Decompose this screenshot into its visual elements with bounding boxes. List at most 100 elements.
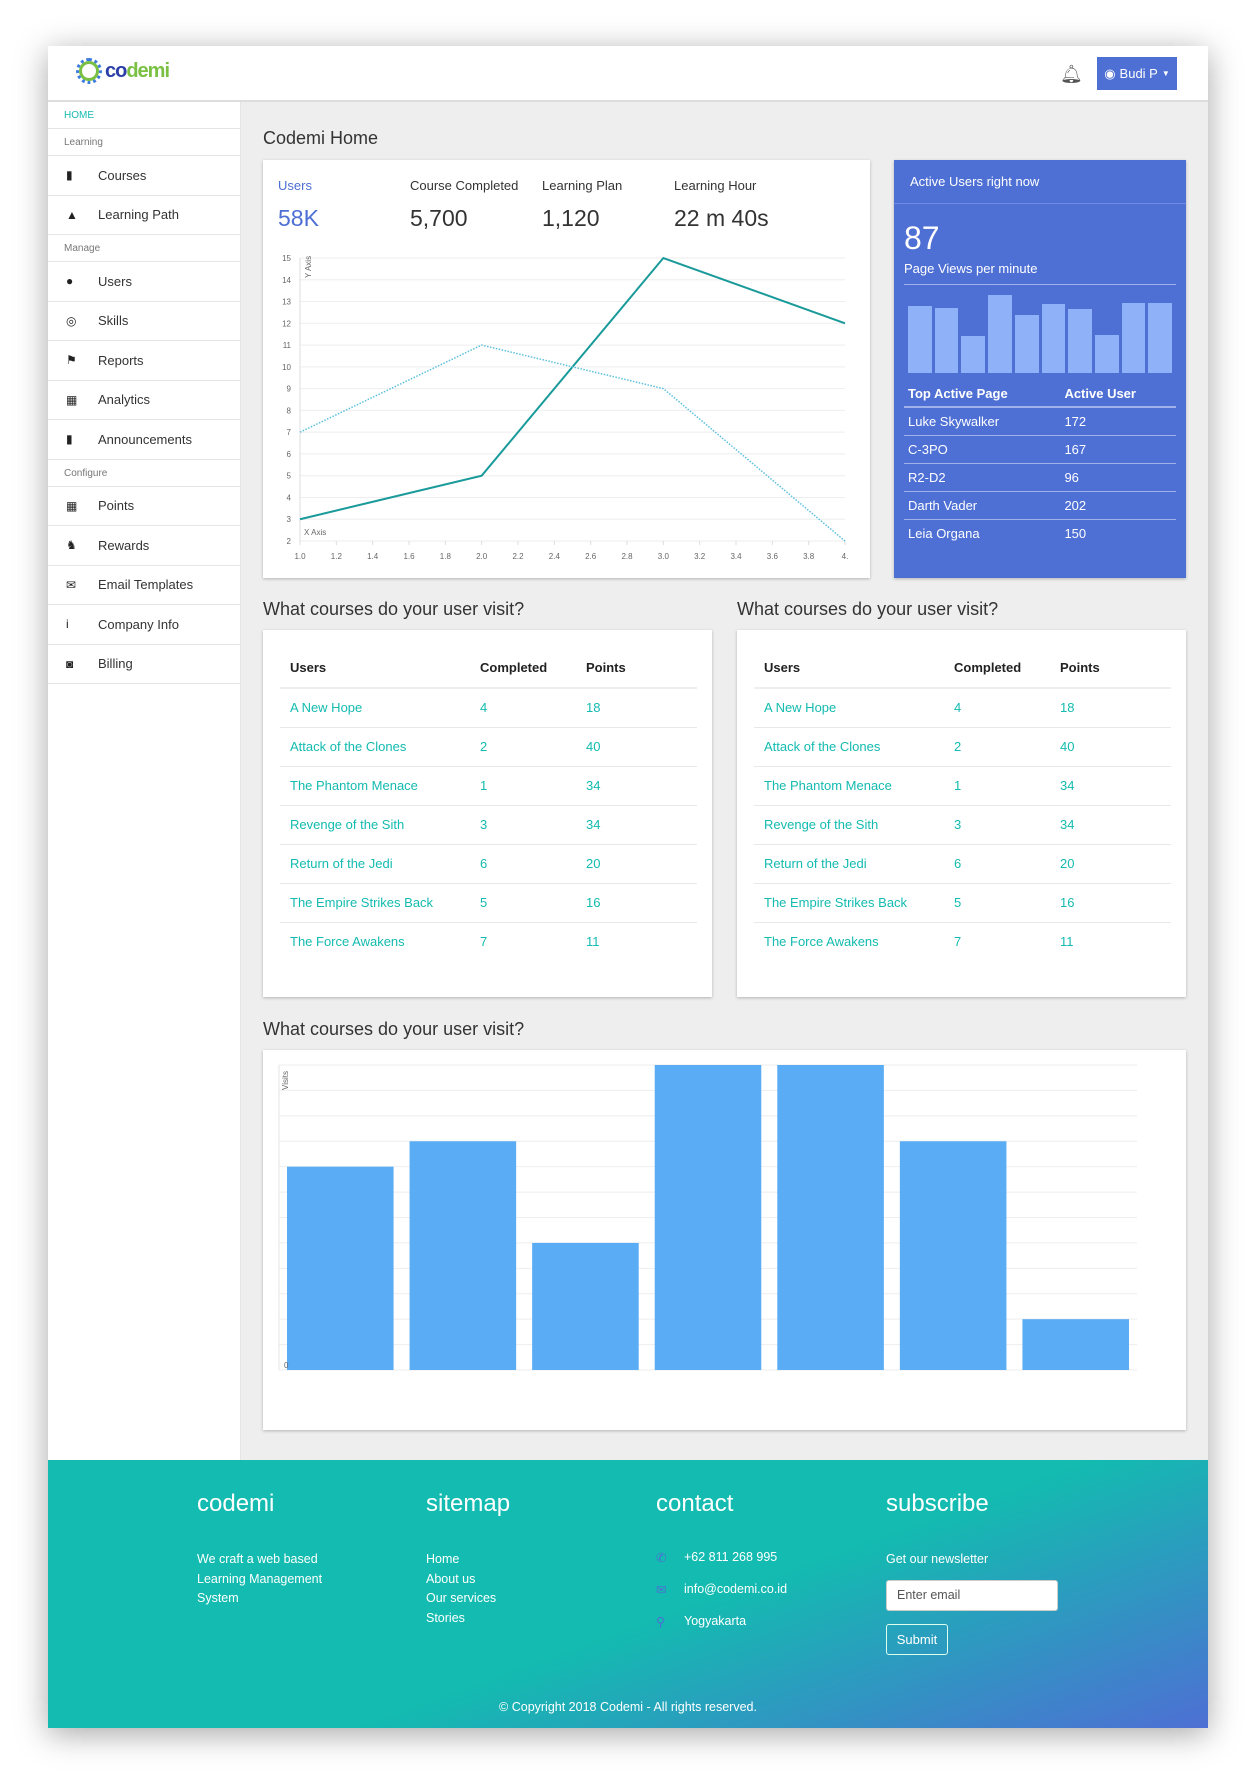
info-icon: i [66,617,69,632]
course-link[interactable]: A New Hope [754,688,944,728]
course-link[interactable]: Return of the Jedi [280,844,470,884]
table-cell: 18 [1050,688,1171,728]
sidebar-item-announcements[interactable]: ▮ Announcements [48,420,240,460]
sidebar-item-label: Points [98,498,135,514]
y-tick-label: 15 [282,254,291,263]
table-cell: 34 [1050,766,1171,806]
x-tick-label: 1.2 [331,552,343,561]
y-tick-label: 8 [287,406,292,415]
sidebar-item-label: Learning Path [98,207,179,223]
course-link[interactable]: The Phantom Menace [754,766,944,806]
course-link[interactable]: Attack of the Clones [280,727,470,767]
newsletter-email-input[interactable]: Enter email [886,1579,1058,1611]
table-row: The Empire Strikes Back 5 16 [754,883,1171,923]
table-cell: 167 [1060,435,1176,464]
sidebar-item-users[interactable]: ● Users [48,262,240,302]
table-cell: 1 [944,766,1050,806]
table-cell: 5 [470,883,576,923]
course-link[interactable]: The Force Awakens [280,923,470,962]
table-row: Revenge of the Sith 3 34 [280,805,697,845]
sitemap-link[interactable]: Home [426,1550,510,1570]
top-active-pages-table: Top Active Page Active User Luke Skywalker… [904,379,1176,547]
sidebar-item-reports[interactable]: ⚑ Reports [48,341,240,381]
bicycle-icon: ◎ [66,313,77,328]
sidebar-home-link[interactable]: HOME [48,102,240,129]
column-header: Users [754,648,944,689]
flag-icon: ⚑ [66,353,77,368]
table-cell: 202 [1060,491,1176,520]
map-marker-icon: ⚲ [656,1615,666,1629]
sidebar-item-label: Email Templates [98,577,194,593]
footer: codemi We craft a web based Learning Man… [48,1460,1208,1728]
x-tick-label: 3.0 [658,552,670,561]
course-link[interactable]: The Phantom Menace [280,766,470,806]
table-cell: 11 [1060,934,1074,949]
table-cell: 40 [576,727,697,767]
x-tick-label: 3.4 [730,552,742,561]
y-tick-label: 2 [287,537,292,546]
y-axis-label: Visits [281,1071,290,1090]
courses-card: Users Completed Points A New Hope 4 18 Attack … [737,630,1186,997]
sidebar-item-points[interactable]: ▦ Points [48,487,240,526]
sidebar-item-rewards[interactable]: ♞ Rewards [48,526,240,566]
bell-icon[interactable]: 🔔︎ [1060,64,1083,85]
table-cell: 20 [576,844,697,884]
sidebar-item-learning-path[interactable]: ▲ Learning Path [48,196,240,235]
sidebar-item-label: Company Info [98,616,179,632]
sidebar-item-company-info[interactable]: i Company Info [48,605,240,645]
sitemap-link[interactable]: About us [426,1570,510,1590]
table-cell: 3 [470,805,576,845]
course-link[interactable]: The Empire Strikes Back [754,883,944,923]
x-tick-label: 2.8 [621,552,633,561]
page-views-bar [1041,304,1066,373]
user-menu-button[interactable]: ◉ Budi P ▼ [1097,57,1177,90]
course-link[interactable]: The Force Awakens [754,923,944,962]
x-tick-label: 1.0 [294,552,306,561]
course-link[interactable]: A New Hope [280,688,470,728]
table-cell: 16 [1050,883,1171,923]
sidebar-item-billing[interactable]: ◙ Billing [48,645,240,684]
y-axis-label: Y Axis [304,256,313,278]
column-header: Completed [470,648,576,689]
sidebar-item-email-templates[interactable]: ✉ Email Templates [48,566,240,605]
table-cell: 4 [944,688,1050,728]
x-tick-label: 1.6 [403,552,415,561]
trophy-icon: ♞ [66,538,77,553]
x-tick-label: 3.2 [694,552,706,561]
table-row: A New Hope 4 18 [280,688,697,728]
road-icon: ▲ [66,207,78,222]
sidebar-item-skills[interactable]: ◎ Skills [48,302,240,341]
sitemap-link[interactable]: Stories [426,1609,510,1629]
y-tick-label: 6 [287,450,292,459]
column-header: Top Active Page [904,379,1061,408]
y-tick-label: 5 [287,472,292,481]
table-cell: 5 [944,883,1050,923]
table-cell: R2-D2 [904,463,1061,492]
course-link[interactable]: Revenge of the Sith [754,805,944,845]
footer-subscribe: subscribe Get our newsletter Enter email… [886,1490,1058,1655]
email-link[interactable]: info@codemi.co.id [684,1582,787,1614]
sidebar-item-courses[interactable]: ▮ Courses [48,156,240,196]
user-circle-icon: ◉ [1104,65,1116,81]
page-views-bar [1148,302,1173,373]
active-users-card: Active Users right now 87 Page Views per… [894,160,1186,578]
course-link[interactable]: Revenge of the Sith [280,805,470,845]
codemi-logo[interactable]: codemi [76,58,170,84]
course-link[interactable]: Attack of the Clones [754,727,944,767]
course-link[interactable]: Return of the Jedi [754,844,944,884]
x-tick-label: 3.6 [767,552,779,561]
table-row: The Force Awakens 7 11 [754,923,1171,962]
x-axis-label: X Axis [304,528,326,537]
y-tick-label: 3 [287,515,292,524]
submit-button[interactable]: Submit [886,1623,948,1655]
sidebar-item-analytics[interactable]: ▦ Analytics [48,381,240,420]
envelope-icon: ✉ [66,577,77,592]
y-tick-label: 7 [287,428,292,437]
sitemap-link[interactable]: Our services [426,1589,510,1609]
course-link[interactable]: The Empire Strikes Back [280,883,470,923]
y-tick-label: 12 [282,319,291,328]
bar [899,1141,1007,1370]
page-views-label: Page Views per minute [904,261,1176,285]
app-window: codemi 🔔︎ ◉ Budi P ▼ HOME Learning ▮ Courses ▲… [48,46,1208,1728]
table-row: Attack of the Clones 2 40 [280,727,697,767]
